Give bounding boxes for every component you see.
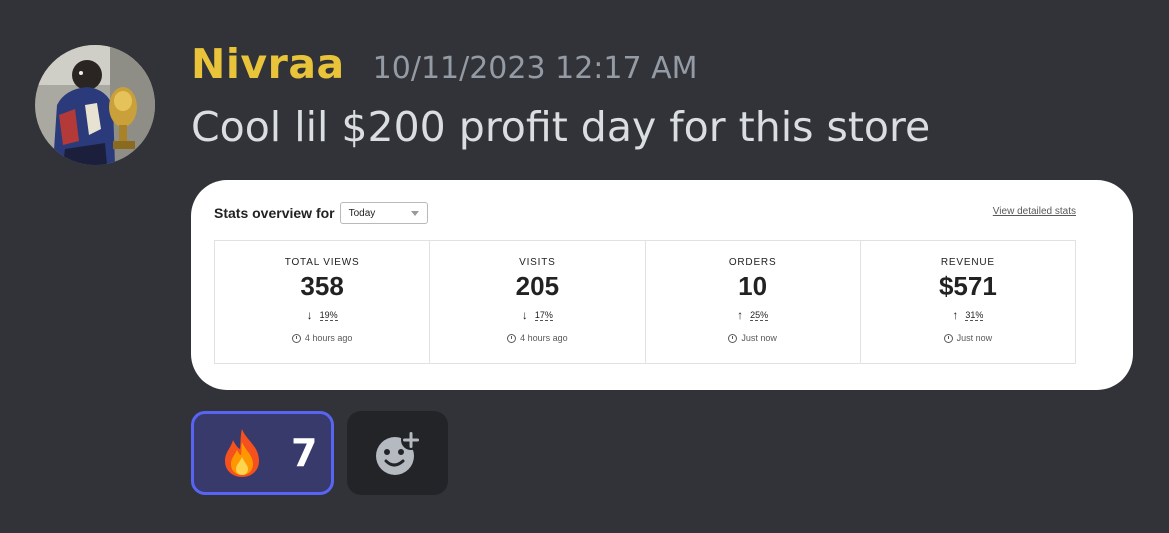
add-reaction-button[interactable] xyxy=(347,411,448,495)
stat-card-orders: ORDERS 10 ↑ 25% Just now xyxy=(646,241,861,363)
stat-value: 358 xyxy=(300,271,344,301)
stat-label: ORDERS xyxy=(728,257,777,268)
stat-updated-text: Just now xyxy=(741,333,777,343)
stat-change-percent[interactable]: 19% xyxy=(319,310,338,321)
stats-header: Stats overview for Today xyxy=(214,202,428,224)
reaction-fire[interactable]: 7 xyxy=(191,411,334,495)
stat-card-revenue: REVENUE $571 ↑ 31% Just now xyxy=(861,241,1075,363)
stat-change: ↓ 19% xyxy=(307,308,338,322)
stat-updated: 4 hours ago xyxy=(507,333,568,343)
stat-card-total-views: TOTAL VIEWS 358 ↓ 19% 4 hours ago xyxy=(215,241,431,363)
add-reaction-icon xyxy=(375,430,421,475)
stat-change: ↓ 17% xyxy=(522,308,553,322)
fire-icon xyxy=(225,429,259,477)
arrow-up-icon: ↑ xyxy=(737,308,744,322)
stat-change-percent[interactable]: 25% xyxy=(750,310,769,321)
clock-icon xyxy=(507,333,517,343)
period-select-value: Today xyxy=(348,207,376,219)
stat-updated: Just now xyxy=(943,333,993,343)
image-attachment[interactable]: Stats overview for Today View detailed s… xyxy=(191,180,1133,390)
view-detailed-stats-link[interactable]: View detailed stats xyxy=(993,206,1076,217)
avatar-image xyxy=(35,45,155,165)
stat-value: 205 xyxy=(515,271,560,301)
period-select[interactable]: Today xyxy=(339,202,428,224)
stat-label: VISITS xyxy=(519,257,556,268)
reaction-count: 7 xyxy=(291,431,318,475)
clock-icon xyxy=(943,333,953,343)
stat-updated: 4 hours ago xyxy=(291,333,353,343)
username[interactable]: Nivraa xyxy=(191,40,345,88)
stat-card-visits: VISITS 205 ↓ 17% 4 hours ago xyxy=(430,241,646,363)
stat-change: ↑ 25% xyxy=(737,308,769,322)
stat-label: TOTAL VIEWS xyxy=(284,257,360,268)
stat-updated-text: Just now xyxy=(956,333,993,343)
stats-grid: TOTAL VIEWS 358 ↓ 19% 4 hours ago VISITS… xyxy=(214,240,1076,364)
stat-label: REVENUE xyxy=(940,257,995,268)
stat-value: 10 xyxy=(738,271,768,301)
clock-icon xyxy=(728,333,738,343)
user-avatar[interactable] xyxy=(35,45,155,165)
stat-updated-text: 4 hours ago xyxy=(304,333,353,343)
chevron-down-icon xyxy=(410,210,419,216)
clock-icon xyxy=(291,333,301,343)
stat-change-percent[interactable]: 31% xyxy=(965,310,984,321)
stats-title: Stats overview for xyxy=(214,205,335,221)
stat-change: ↑ 31% xyxy=(952,308,984,322)
stat-updated-text: 4 hours ago xyxy=(520,333,568,343)
reactions-bar: 7 xyxy=(191,411,448,495)
arrow-up-icon: ↑ xyxy=(952,308,959,322)
stat-change-percent[interactable]: 17% xyxy=(534,310,553,321)
stat-value: $571 xyxy=(938,271,997,301)
arrow-down-icon: ↓ xyxy=(521,308,528,322)
chat-message: Nivraa 10/11/2023 12:17 AM Cool lil $200… xyxy=(0,0,1169,533)
arrow-down-icon: ↓ xyxy=(306,308,313,322)
message-timestamp[interactable]: 10/11/2023 12:17 AM xyxy=(373,51,698,86)
message-content: Cool lil $200 profit day for this store xyxy=(191,103,931,151)
stat-updated: Just now xyxy=(728,333,777,343)
message-header: Nivraa 10/11/2023 12:17 AM xyxy=(191,40,698,88)
